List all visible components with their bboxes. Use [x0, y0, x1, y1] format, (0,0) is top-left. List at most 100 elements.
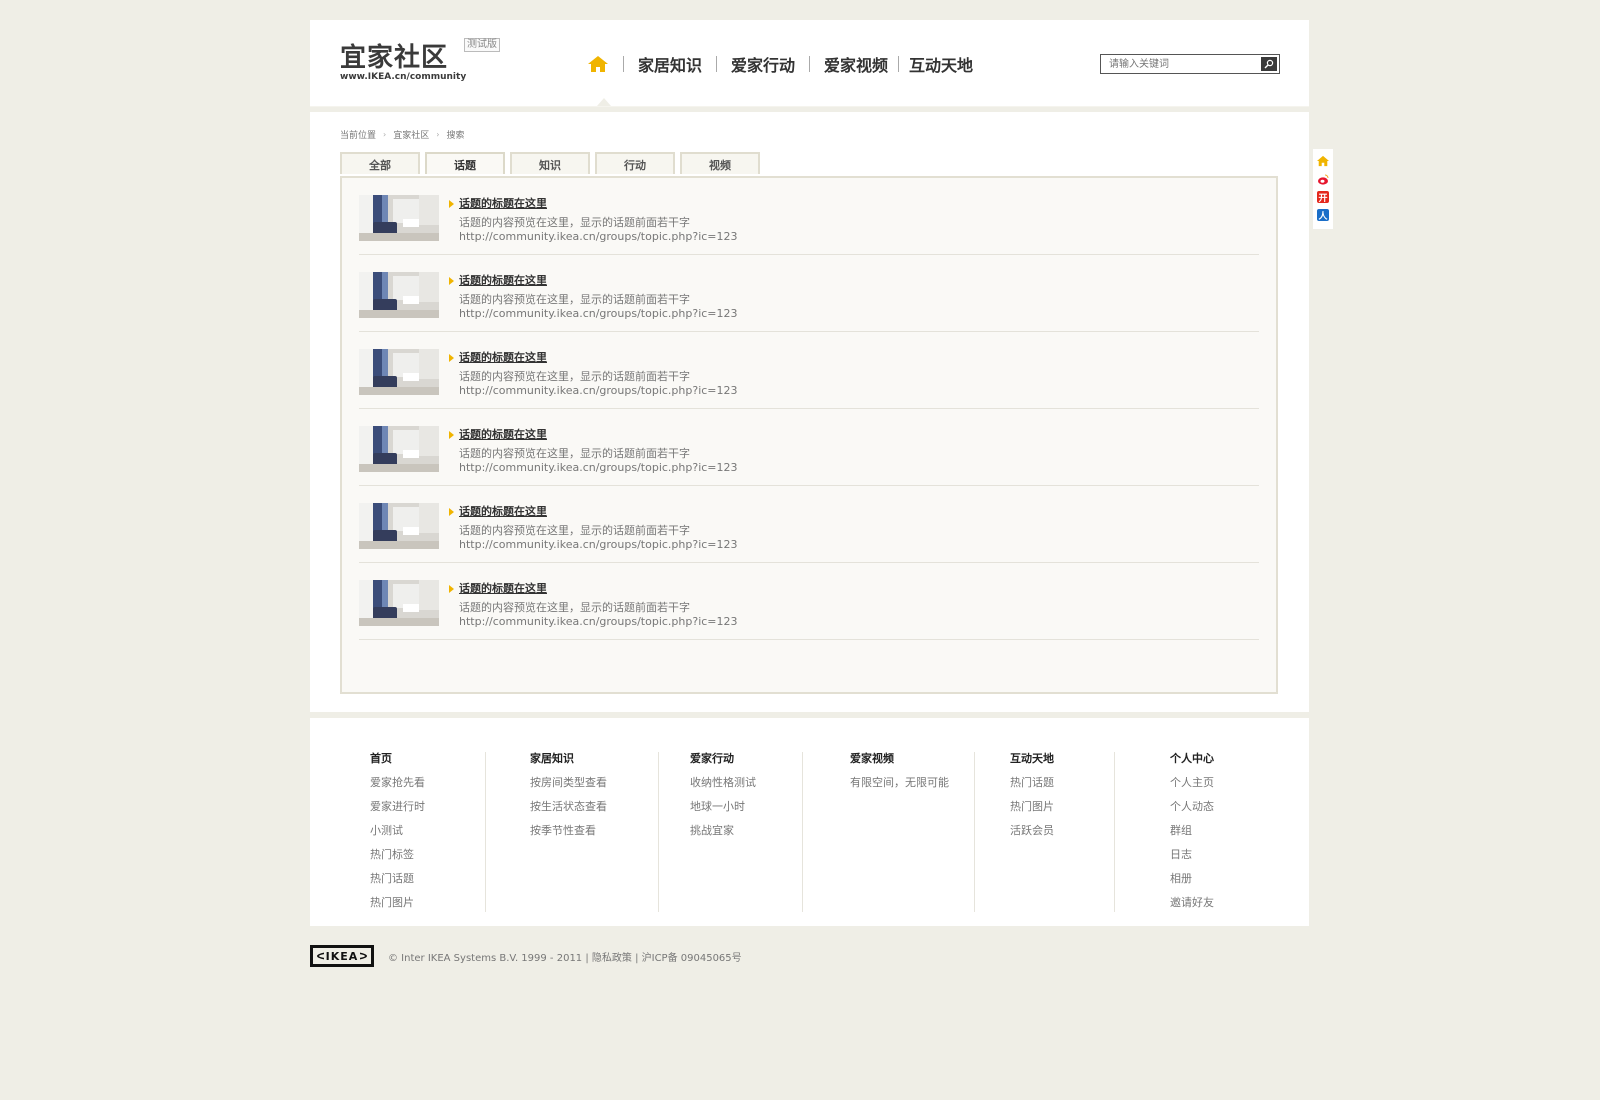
result-title[interactable]: 话题的标题在这里 [459, 503, 547, 519]
nav-separator [716, 56, 718, 72]
footer-link[interactable]: 地球一小时 [690, 800, 756, 814]
site-logo[interactable]: 宜家社区 www.IKEA.cn/community [340, 44, 466, 82]
result-row: 话题的标题在这里话题的内容预览在这里，显示的话题前面若干字 http://comm… [359, 409, 1259, 486]
footer-link[interactable]: 热门标签 [370, 848, 425, 862]
renren-icon[interactable]: 人 [1317, 209, 1329, 222]
result-description: 话题的内容预览在这里，显示的话题前面若干字 [459, 601, 690, 614]
bullet-arrow-icon [449, 277, 454, 285]
result-description: 话题的内容预览在这里，显示的话题前面若干字 [459, 524, 690, 537]
footer-column-title[interactable]: 个人中心 [1170, 752, 1214, 766]
tab-topic[interactable]: 话题 [425, 152, 505, 174]
footer-column-title[interactable]: 爱家视频 [850, 752, 949, 766]
footer-link[interactable]: 邀请好友 [1170, 896, 1214, 910]
result-title[interactable]: 话题的标题在这里 [459, 349, 547, 365]
result-row: 话题的标题在这里话题的内容预览在这里，显示的话题前面若干字 http://comm… [359, 486, 1259, 563]
footer-link[interactable]: 活跃会员 [1010, 824, 1054, 838]
footer-link[interactable]: 小测试 [370, 824, 425, 838]
result-url[interactable]: http://community.ikea.cn/groups/topic.ph… [459, 461, 738, 474]
result-description: 话题的内容预览在这里，显示的话题前面若干字 [459, 293, 690, 306]
footer-link[interactable]: 爱家抢先看 [370, 776, 425, 790]
result-thumbnail[interactable] [359, 503, 439, 549]
footer-link[interactable]: 日志 [1170, 848, 1214, 862]
tab-action[interactable]: 行动 [595, 152, 675, 174]
ikea-logo[interactable]: IKEA [310, 945, 374, 967]
tab-knowledge[interactable]: 知识 [510, 152, 590, 174]
footer-divider [658, 752, 659, 912]
nav-item-love-home-video[interactable]: 爱家视频 [824, 52, 888, 76]
footer-divider [1114, 752, 1115, 912]
page: 宜家社区 www.IKEA.cn/community 测试版 家居知识 爱家行动… [310, 20, 1309, 926]
home-icon[interactable] [1317, 155, 1329, 167]
result-url[interactable]: http://community.ikea.cn/groups/topic.ph… [459, 538, 738, 551]
result-url[interactable]: http://community.ikea.cn/groups/topic.ph… [459, 615, 738, 628]
copyright-bar: IKEA © Inter IKEA Systems B.V. 1999 - 20… [310, 945, 742, 967]
footer-link[interactable]: 热门图片 [370, 896, 425, 910]
search-icon [1264, 59, 1274, 69]
footer-divider [974, 752, 975, 912]
result-title[interactable]: 话题的标题在这里 [459, 426, 547, 442]
footer-divider [802, 752, 803, 912]
footer-link[interactable]: 按生活状态查看 [530, 800, 607, 814]
breadcrumb-label: 当前位置 [340, 131, 377, 141]
tab-all[interactable]: 全部 [340, 152, 420, 174]
result-title[interactable]: 话题的标题在这里 [459, 272, 547, 288]
result-title[interactable]: 话题的标题在这里 [459, 580, 547, 596]
nav-item-love-home-action[interactable]: 爱家行动 [731, 52, 795, 76]
result-title[interactable]: 话题的标题在这里 [459, 195, 547, 211]
footer-column-title[interactable]: 互动天地 [1010, 752, 1054, 766]
breadcrumb-item-community[interactable]: 宜家社区 [393, 128, 429, 141]
breadcrumb-arrow-icon: › [436, 130, 440, 139]
result-description: 话题的内容预览在这里，显示的话题前面若干字 [459, 447, 690, 460]
result-url[interactable]: http://community.ikea.cn/groups/topic.ph… [459, 230, 738, 243]
nav-active-pointer [597, 98, 611, 106]
footer-link[interactable]: 挑战宜家 [690, 824, 756, 838]
bullet-arrow-icon [449, 200, 454, 208]
result-url[interactable]: http://community.ikea.cn/groups/topic.ph… [459, 384, 738, 397]
result-thumbnail[interactable] [359, 349, 439, 395]
footer-link[interactable]: 个人主页 [1170, 776, 1214, 790]
result-thumbnail[interactable] [359, 272, 439, 318]
footer-link[interactable]: 有限空间，无限可能 [850, 776, 949, 790]
results-panel: 话题的标题在这里 话题的内容预览在这里，显示的话题前面若干字 http://comm… [340, 176, 1278, 694]
beta-badge: 测试版 [464, 38, 500, 52]
footer-column-title[interactable]: 爱家行动 [690, 752, 756, 766]
nav-separator [809, 56, 811, 72]
search-box [1100, 54, 1280, 74]
copyright-text: © Inter IKEA Systems B.V. 1999 - 2011 | … [388, 952, 742, 964]
footer-link[interactable]: 爱家进行时 [370, 800, 425, 814]
footer-link[interactable]: 按房间类型查看 [530, 776, 607, 790]
footer-link[interactable]: 相册 [1170, 872, 1214, 886]
bullet-arrow-icon [449, 354, 454, 362]
tab-video[interactable]: 视频 [680, 152, 760, 174]
footer-column-title[interactable]: 家居知识 [530, 752, 607, 766]
footer-link[interactable]: 个人动态 [1170, 800, 1214, 814]
nav-item-home-knowledge[interactable]: 家居知识 [638, 52, 702, 76]
result-thumbnail[interactable] [359, 580, 439, 626]
bullet-arrow-icon [449, 508, 454, 516]
nav-separator [898, 56, 900, 72]
nav-item-interaction[interactable]: 互动天地 [909, 52, 973, 76]
bullet-arrow-icon [449, 585, 454, 593]
search-button[interactable] [1261, 57, 1277, 71]
result-row: 话题的标题在这里话题的内容预览在这里，显示的话题前面若干字 http://comm… [359, 255, 1259, 332]
result-url[interactable]: http://community.ikea.cn/groups/topic.ph… [459, 307, 738, 320]
breadcrumb: 当前位置 › 宜家社区 › 搜索 [340, 128, 464, 141]
footer-link[interactable]: 热门话题 [1010, 776, 1054, 790]
footer-link[interactable]: 热门话题 [370, 872, 425, 886]
footer-link[interactable]: 群组 [1170, 824, 1214, 838]
search-input[interactable] [1101, 55, 1262, 72]
footer-column: 互动天地热门话题热门图片活跃会员 [1010, 752, 1054, 848]
result-thumbnail[interactable] [359, 426, 439, 472]
footer-link[interactable]: 热门图片 [1010, 800, 1054, 814]
result-thumbnail[interactable] [359, 195, 439, 241]
ikea-logo-text: IKEA [323, 949, 361, 963]
weibo-icon[interactable] [1317, 173, 1329, 185]
nav-home[interactable] [587, 54, 609, 74]
kaixin-icon[interactable]: 开 [1317, 191, 1329, 204]
footer-column-title[interactable]: 首页 [370, 752, 425, 766]
result-description: 话题的内容预览在这里，显示的话题前面若干字 [459, 216, 690, 229]
footer-column: 爱家行动收纳性格测试 地球一小时挑战宜家 [690, 752, 756, 848]
footer-column: 家居知识按房间类型查看 按生活状态查看 按季节性查看 [530, 752, 607, 848]
footer-link[interactable]: 收纳性格测试 [690, 776, 756, 790]
footer-link[interactable]: 按季节性查看 [530, 824, 607, 838]
